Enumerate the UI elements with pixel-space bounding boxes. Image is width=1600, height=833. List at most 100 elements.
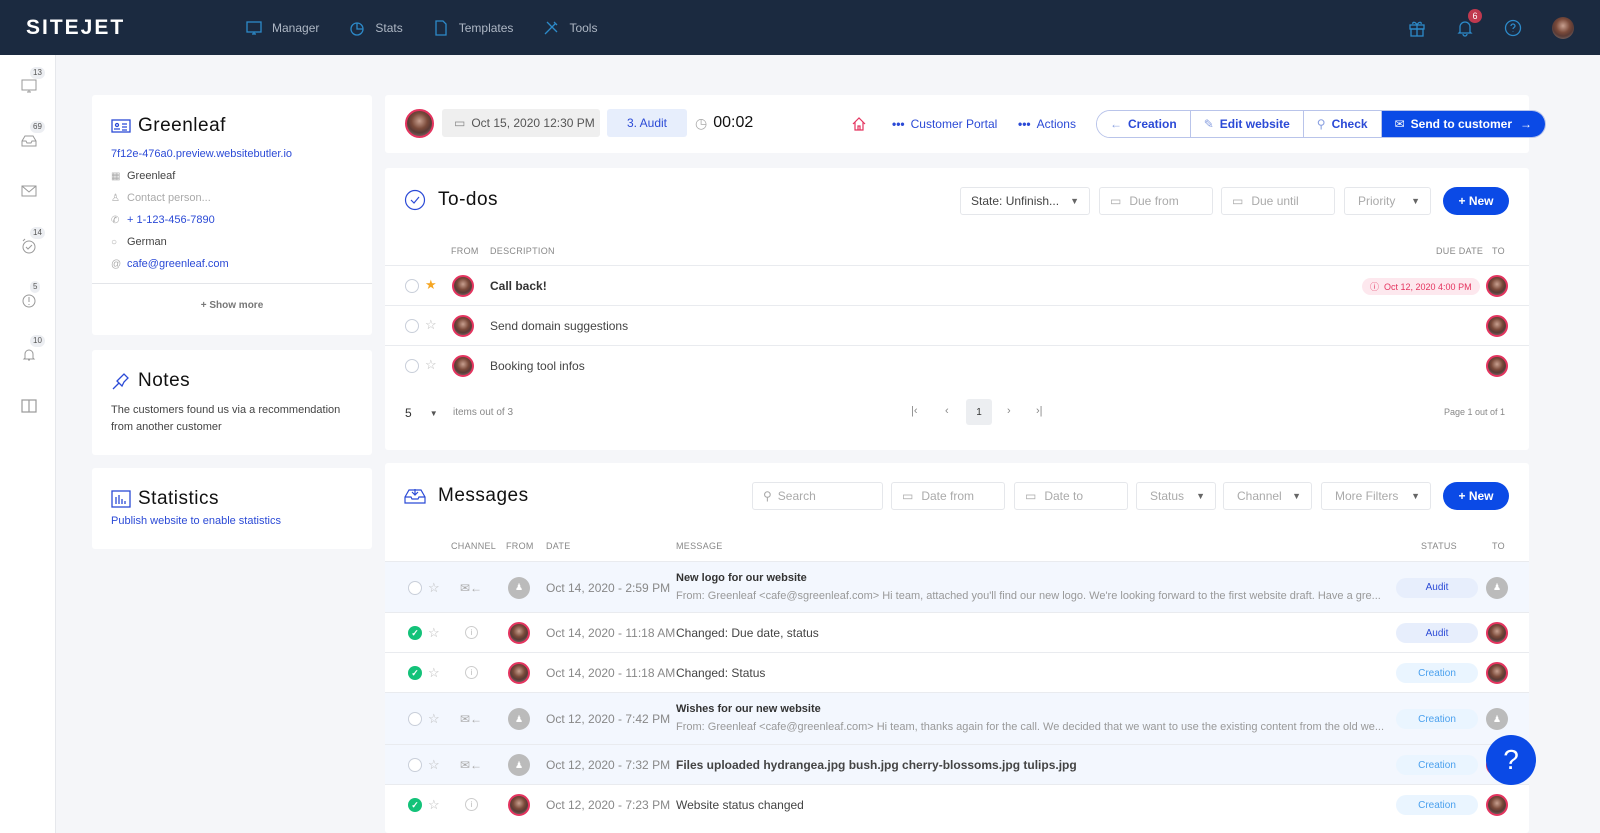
- per-page-select[interactable]: 5 ▼: [405, 406, 438, 420]
- actions-menu[interactable]: ••• Actions: [1018, 117, 1076, 131]
- todo-description[interactable]: Booking tool infos: [490, 359, 585, 373]
- status-badge[interactable]: Audit: [1396, 623, 1478, 643]
- to-avatar[interactable]: [1486, 315, 1508, 337]
- rail-todos[interactable]: 14: [18, 227, 45, 257]
- star-icon[interactable]: ☆: [428, 580, 440, 595]
- star-icon[interactable]: ☆: [425, 318, 437, 332]
- check-button[interactable]: ⚲ Check: [1303, 111, 1382, 137]
- last-page-button[interactable]: ›|: [1036, 405, 1043, 417]
- help-button[interactable]: [1504, 19, 1522, 37]
- date-to-input[interactable]: ▭ Date to: [1014, 482, 1128, 510]
- rail-alerts[interactable]: 5: [18, 281, 41, 311]
- message-subject[interactable]: Website status changed: [676, 798, 804, 812]
- send-to-customer-button[interactable]: ✉ Send to customer →: [1381, 111, 1546, 137]
- to-avatar[interactable]: [1486, 794, 1508, 816]
- status-badge[interactable]: Creation: [1396, 795, 1478, 815]
- status-badge[interactable]: Creation: [1396, 755, 1478, 775]
- todo-description[interactable]: Send domain suggestions: [490, 319, 628, 333]
- customer-email[interactable]: cafe@greenleaf.com: [127, 258, 229, 270]
- to-avatar[interactable]: ♟: [1486, 708, 1508, 730]
- channel-filter[interactable]: Channel ▼: [1223, 482, 1312, 510]
- todo-row[interactable]: ☆ Booking tool infos: [385, 345, 1529, 385]
- message-row[interactable]: ☆ ✉← ♟ Oct 14, 2020 - 2:59 PM New logo f…: [385, 561, 1529, 612]
- rail-layout[interactable]: [18, 395, 40, 417]
- message-row[interactable]: ☆ ✉← ♟ Oct 12, 2020 - 7:32 PM Files uplo…: [385, 744, 1529, 784]
- to-avatar[interactable]: [1486, 355, 1508, 377]
- appointment-date[interactable]: ▭ Oct 15, 2020 12:30 PM: [442, 109, 600, 137]
- rail-mail[interactable]: [18, 180, 40, 202]
- new-message-button[interactable]: + New: [1443, 482, 1509, 510]
- due-from-input[interactable]: ▭ Due from: [1099, 187, 1213, 215]
- first-page-button[interactable]: |‹: [911, 405, 918, 417]
- customer-contact-row[interactable]: ♙ Contact person...: [111, 187, 366, 209]
- star-icon[interactable]: ★: [425, 278, 437, 292]
- user-avatar-button[interactable]: [1552, 16, 1574, 39]
- next-page-button[interactable]: ›: [1007, 405, 1011, 417]
- customer-url[interactable]: 7f12e-476a0.preview.websitebutler.io: [111, 143, 366, 165]
- to-avatar[interactable]: [1486, 275, 1508, 297]
- help-chat-button[interactable]: ?: [1486, 735, 1536, 785]
- message-row[interactable]: ✓ ☆ i Oct 14, 2020 - 11:18 AM Changed: S…: [385, 652, 1529, 692]
- todo-row[interactable]: ☆ Send domain suggestions: [385, 305, 1529, 345]
- star-icon[interactable]: ☆: [425, 358, 437, 372]
- done-checkbox[interactable]: [408, 580, 422, 595]
- todo-row[interactable]: ★ Call back! ⓘ Oct 12, 2020 4:00 PM: [385, 265, 1529, 305]
- rail-reminders[interactable]: 10: [18, 335, 45, 365]
- done-checkbox[interactable]: [408, 712, 422, 726]
- date-from-input[interactable]: ▭ Date from: [891, 482, 1005, 510]
- complete-checkbox[interactable]: [405, 279, 419, 293]
- gift-button[interactable]: [1408, 19, 1426, 37]
- back-to-creation-button[interactable]: ← Creation: [1097, 111, 1191, 137]
- more-filters-dropdown[interactable]: More Filters ▼: [1321, 482, 1431, 510]
- done-check-icon[interactable]: ✓: [408, 626, 422, 640]
- star-icon[interactable]: ☆: [428, 626, 440, 640]
- show-more-link[interactable]: + Show more: [92, 300, 372, 311]
- customer-portal-link[interactable]: ••• Customer Portal: [892, 117, 997, 131]
- message-row[interactable]: ✓ ☆ i Oct 14, 2020 - 11:18 AM Changed: D…: [385, 612, 1529, 652]
- status-badge[interactable]: Creation: [1396, 663, 1478, 683]
- done-check-icon[interactable]: ✓: [408, 798, 422, 812]
- sitejet-logo[interactable]: SITEJET: [26, 16, 248, 40]
- to-avatar[interactable]: [1486, 622, 1508, 644]
- star-icon[interactable]: ☆: [428, 666, 440, 680]
- message-subject[interactable]: New logo for our website: [676, 572, 807, 584]
- status-badge[interactable]: Creation: [1396, 709, 1478, 729]
- star-icon[interactable]: ☆: [428, 798, 440, 812]
- star-icon[interactable]: ☆: [428, 758, 440, 772]
- star-icon[interactable]: ☆: [428, 712, 440, 726]
- rail-websites[interactable]: 13: [18, 67, 45, 97]
- nav-manager[interactable]: Manager: [246, 20, 319, 36]
- status-badge[interactable]: Audit: [1396, 577, 1478, 598]
- nav-tools[interactable]: Tools: [543, 20, 597, 36]
- message-search-input[interactable]: ⚲ Search: [752, 482, 883, 510]
- state-filter[interactable]: State: Unfinish... ▼: [960, 187, 1090, 215]
- due-until-input[interactable]: ▭ Due until: [1221, 187, 1335, 215]
- new-todo-button[interactable]: + New: [1443, 187, 1509, 215]
- home-button[interactable]: [851, 116, 867, 135]
- priority-filter[interactable]: Priority ▼: [1344, 187, 1431, 215]
- prev-page-button[interactable]: ‹: [945, 405, 949, 417]
- assignee-avatar[interactable]: [405, 109, 434, 138]
- statistics-publish-link[interactable]: Publish website to enable statistics: [111, 515, 281, 527]
- contact-person-placeholder[interactable]: Contact person...: [127, 192, 211, 204]
- nav-stats[interactable]: Stats: [349, 20, 403, 36]
- to-avatar[interactable]: [1486, 662, 1508, 684]
- message-subject[interactable]: Wishes for our new website: [676, 703, 821, 715]
- customer-phone[interactable]: + 1-123-456-7890: [127, 214, 215, 226]
- to-avatar[interactable]: ♟: [1486, 576, 1508, 599]
- edit-website-button[interactable]: ✎ Edit website: [1190, 111, 1304, 137]
- todo-description[interactable]: Call back!: [490, 279, 547, 293]
- timer[interactable]: ◷ 00:02: [695, 114, 753, 132]
- notes-text[interactable]: The customers found us via a recommendat…: [111, 402, 356, 436]
- rail-inbox[interactable]: 69: [18, 121, 45, 151]
- complete-checkbox[interactable]: [405, 359, 419, 373]
- nav-templates[interactable]: Templates: [433, 19, 513, 36]
- message-subject[interactable]: Changed: Status: [676, 666, 765, 680]
- done-checkbox[interactable]: [408, 758, 422, 772]
- status-filter[interactable]: Status ▼: [1136, 482, 1216, 510]
- message-subject[interactable]: Changed: Due date, status: [676, 626, 819, 640]
- notifications-button[interactable]: 6: [1456, 8, 1482, 37]
- done-check-icon[interactable]: ✓: [408, 666, 422, 680]
- complete-checkbox[interactable]: [405, 319, 419, 333]
- message-subject[interactable]: Files uploaded hydrangea.jpg bush.jpg ch…: [676, 758, 1077, 772]
